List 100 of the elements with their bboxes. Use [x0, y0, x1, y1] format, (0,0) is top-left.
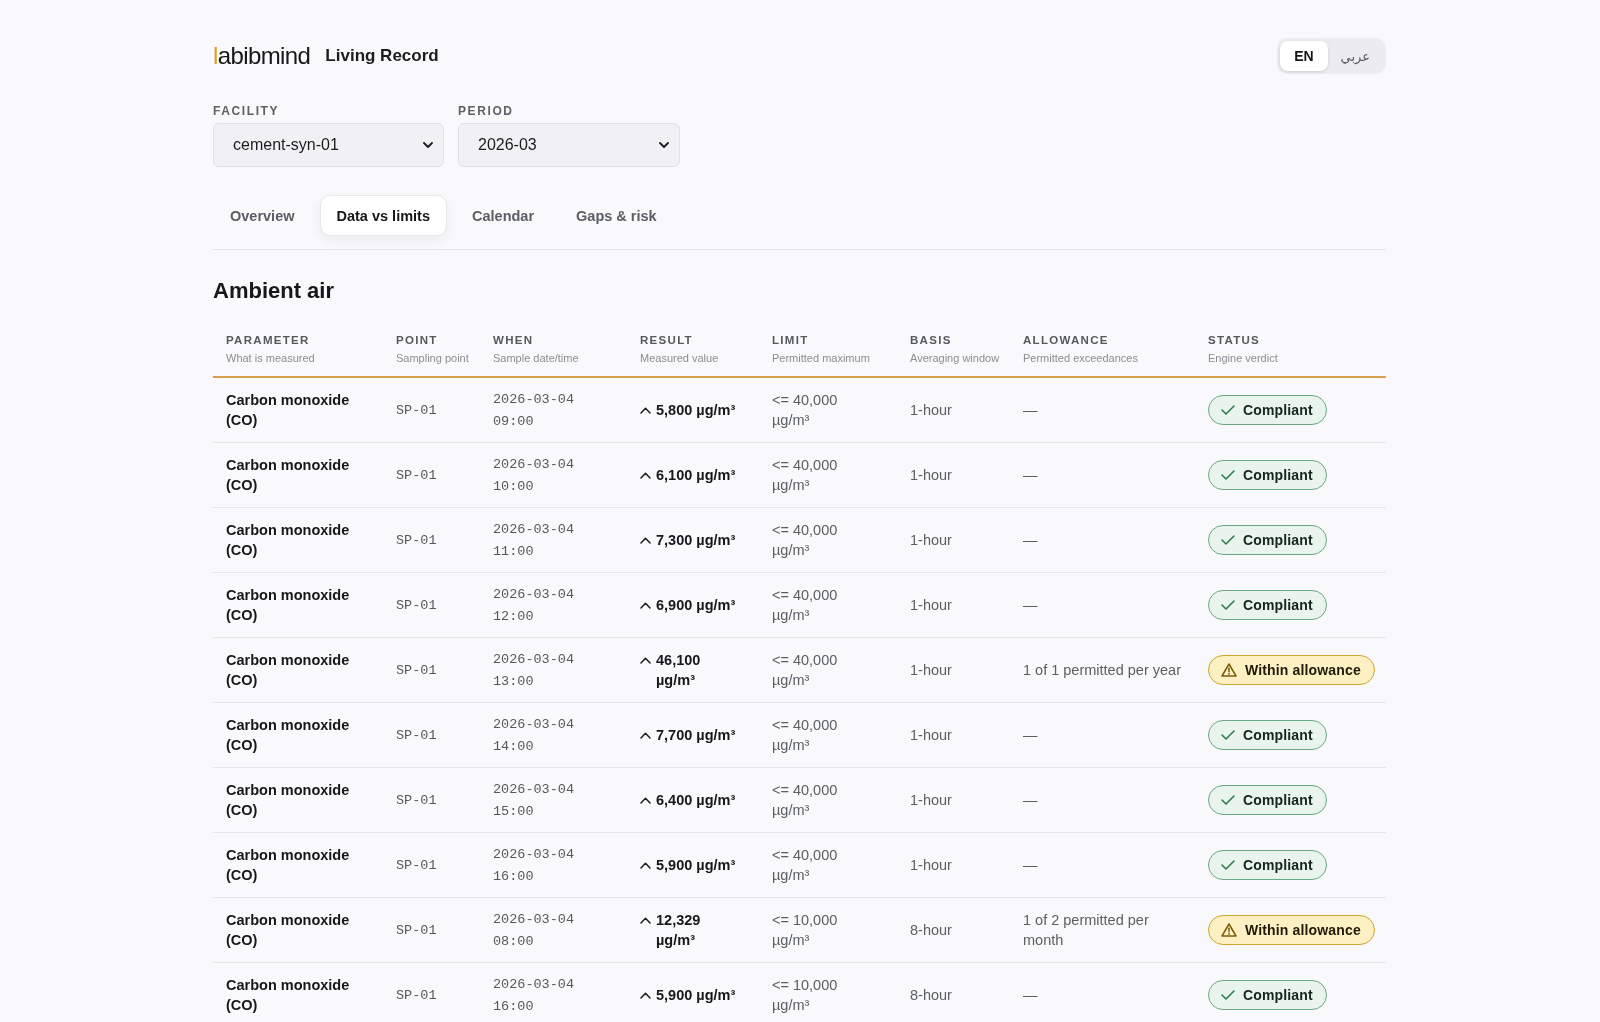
parameter-name: Carbon monoxide (CO) [226, 911, 350, 948]
caret-up-icon [640, 731, 651, 739]
allowance-text: 1 of 1 permitted per year [1023, 661, 1181, 678]
warning-icon [1221, 922, 1237, 937]
status-text: Compliant [1243, 595, 1313, 614]
allowance-text: — [1023, 596, 1038, 613]
sampling-point: SP-01 [396, 597, 437, 613]
sample-time: 2026-03-04 16:00 [493, 976, 574, 1014]
parameter-name: Carbon monoxide (CO) [226, 651, 350, 688]
caret-up-icon [640, 471, 651, 479]
allowance-text: 1 of 2 permitted per month [1023, 911, 1149, 948]
result-value: 7,700 µg/m³ [656, 725, 736, 745]
sample-time: 2026-03-04 10:00 [493, 456, 574, 494]
caret-up-icon [640, 796, 651, 804]
averaging-basis: 8-hour [910, 986, 952, 1003]
section-title: Ambient air [213, 277, 335, 305]
column-header: PARAMETER [226, 333, 310, 347]
result-value: 5,800 µg/m³ [656, 400, 736, 420]
parameter-name: Carbon monoxide (CO) [226, 586, 350, 623]
averaging-basis: 1-hour [910, 661, 952, 678]
parameter-name: Carbon monoxide (CO) [226, 781, 350, 818]
caret-up-icon [640, 536, 651, 544]
sample-time: 2026-03-04 13:00 [493, 651, 574, 689]
caret-up-icon [640, 991, 651, 999]
status-text: Compliant [1243, 790, 1313, 809]
allowance-text: — [1023, 726, 1038, 743]
column-header: BASIS [910, 333, 952, 347]
sample-time: 2026-03-04 16:00 [493, 846, 574, 884]
parameter-name: Carbon monoxide (CO) [226, 716, 350, 753]
check-icon [1221, 599, 1235, 610]
status-text: Within allowance [1245, 920, 1361, 939]
sample-time: 2026-03-04 12:00 [493, 586, 574, 624]
column-subtitle: Averaging window [910, 351, 1000, 365]
check-icon [1221, 859, 1235, 870]
column-subtitle: Sample date/time [493, 351, 579, 365]
warning-icon [1221, 662, 1237, 677]
result-value: 46,100 µg/m³ [656, 650, 702, 690]
averaging-basis: 1-hour [910, 856, 952, 873]
limit-value: <= 40,000 µg/m³ [772, 781, 838, 818]
status-text: Compliant [1243, 985, 1313, 1004]
filter-label: FACILITY [213, 104, 280, 118]
status-text: Compliant [1243, 465, 1313, 484]
tab[interactable]: Data vs limits [319, 195, 447, 236]
sampling-point: SP-01 [396, 662, 437, 678]
sampling-point: SP-01 [396, 987, 437, 1003]
check-icon [1221, 404, 1235, 415]
column-header: WHEN [493, 333, 534, 347]
limit-value: <= 40,000 µg/m³ [772, 586, 838, 623]
column-header: LIMIT [772, 333, 809, 347]
caret-up-icon [640, 406, 651, 414]
column-header: ALLOWANCE [1023, 333, 1109, 347]
caret-up-icon [640, 656, 651, 664]
limit-value: <= 10,000 µg/m³ [772, 911, 838, 948]
sample-time: 2026-03-04 08:00 [493, 911, 574, 949]
result-value: 6,100 µg/m³ [656, 465, 736, 485]
check-icon [1221, 794, 1235, 805]
tab[interactable]: Gaps & risk [559, 195, 674, 236]
averaging-basis: 1-hour [910, 726, 952, 743]
limit-value: <= 40,000 µg/m³ [772, 521, 838, 558]
status-text: Compliant [1243, 530, 1313, 549]
result-value: 5,900 µg/m³ [656, 855, 736, 875]
status-text: Compliant [1243, 855, 1313, 874]
app-title: Living Record [325, 45, 439, 67]
column-header: STATUS [1208, 333, 1261, 347]
parameter-name: Carbon monoxide (CO) [226, 846, 350, 883]
logo-text: labibmind [213, 41, 311, 71]
limit-value: <= 40,000 µg/m³ [772, 391, 838, 428]
caret-up-icon [640, 601, 651, 609]
check-icon [1221, 534, 1235, 545]
sampling-point: SP-01 [396, 792, 437, 808]
column-header: RESULT [640, 333, 693, 347]
tab[interactable]: Overview [213, 195, 312, 236]
averaging-basis: 1-hour [910, 401, 952, 418]
language-option[interactable]: عربي [1327, 41, 1383, 71]
averaging-basis: 8-hour [910, 921, 952, 938]
column-header: POINT [396, 333, 438, 347]
sampling-point: SP-01 [396, 922, 437, 938]
sampling-point: SP-01 [396, 402, 437, 418]
caret-up-icon [640, 916, 651, 924]
result-value: 7,300 µg/m³ [656, 530, 736, 550]
allowance-text: — [1023, 466, 1038, 483]
column-subtitle: Permitted maximum [772, 351, 870, 365]
status-text: Compliant [1243, 400, 1313, 419]
dropdown-select[interactable]: 2026-03 [458, 123, 680, 167]
tab[interactable]: Calendar [455, 195, 552, 236]
check-icon [1221, 729, 1235, 740]
sampling-point: SP-01 [396, 467, 437, 483]
sampling-point: SP-01 [396, 857, 437, 873]
averaging-basis: 1-hour [910, 596, 952, 613]
limit-value: <= 40,000 µg/m³ [772, 651, 838, 688]
result-value: 6,900 µg/m³ [656, 595, 736, 615]
allowance-text: — [1023, 856, 1038, 873]
caret-up-icon [640, 861, 651, 869]
dropdown-select[interactable]: cement-syn-01 [213, 123, 444, 167]
column-subtitle: Measured value [640, 351, 719, 365]
chevron-down-icon [659, 142, 669, 148]
allowance-text: — [1023, 791, 1038, 808]
language-option[interactable]: EN [1280, 41, 1328, 71]
limit-value: <= 40,000 µg/m³ [772, 456, 838, 493]
sample-time: 2026-03-04 14:00 [493, 716, 574, 754]
